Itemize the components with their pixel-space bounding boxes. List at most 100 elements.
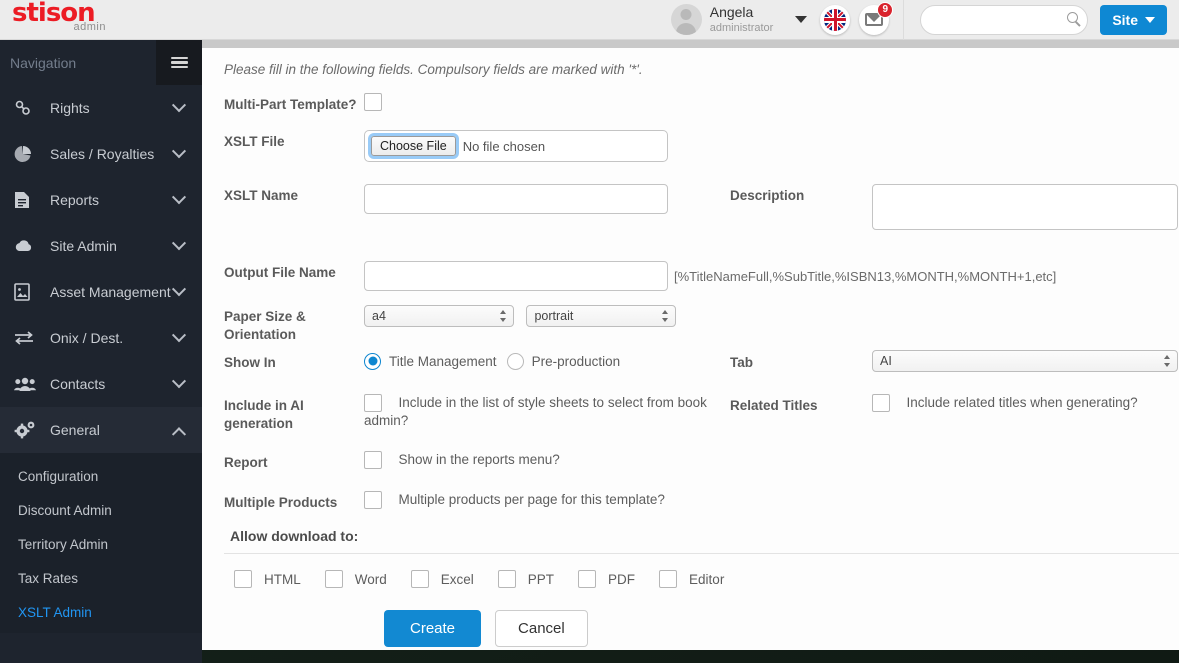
sidebar-item-general[interactable]: General	[0, 407, 202, 453]
show-in-option-1-label: Title Management	[389, 353, 497, 369]
download-label-ppt: PPT	[527, 571, 555, 587]
row-xslt-file: XSLT File Choose File No file chosen	[224, 130, 1179, 162]
output-file-hint: [%TitleNameFull,%SubTitle,%ISBN13,%MONTH…	[674, 268, 1057, 284]
language-selector-button[interactable]	[820, 4, 851, 35]
create-button[interactable]: Create	[384, 610, 482, 647]
sidebar-item-contacts[interactable]: Contacts	[0, 361, 202, 407]
chevron-down-icon	[171, 374, 187, 389]
download-label-html: HTML	[264, 571, 301, 587]
paper-orientation-value: portrait	[534, 309, 574, 323]
sidebar-item-label: Site Admin	[50, 238, 117, 254]
output-file-input[interactable]	[364, 261, 668, 291]
multiple-products-checkbox[interactable]	[364, 491, 382, 509]
download-checkbox-ppt[interactable]	[497, 570, 516, 588]
site-button-label: Site	[1112, 11, 1138, 28]
xslt-name-field	[364, 184, 730, 214]
download-option-editor[interactable]: Editor	[659, 570, 724, 588]
sidebar-item-onix-dest[interactable]: Onix / Dest.	[0, 315, 202, 361]
sidebar-item-label: Asset Management	[50, 284, 171, 300]
related-titles-field: Include related titles when generating?	[872, 394, 1179, 412]
sidebar-subitem-tax-rates[interactable]: Tax Rates	[0, 561, 202, 595]
download-option-excel[interactable]: Excel	[410, 570, 474, 588]
download-checkbox-pdf[interactable]	[578, 570, 597, 588]
search-icon[interactable]	[1067, 11, 1079, 23]
document-icon	[14, 190, 38, 210]
allow-download-title: Allow download to:	[230, 528, 359, 544]
app-root: stison admin Angela administrator 9 Site…	[0, 0, 1179, 663]
sidebar-subitem-xslt-admin[interactable]: XSLT Admin	[0, 595, 202, 629]
user-menu[interactable]: Angela administrator	[670, 4, 812, 35]
row-output-file-name: Output File Name [%TitleNameFull,%SubTit…	[224, 261, 1179, 291]
download-option-word[interactable]: Word	[324, 570, 387, 588]
multiple-products-text: Multiple products per page for this temp…	[398, 492, 665, 508]
chevron-down-icon[interactable]	[795, 16, 808, 23]
header-divider	[903, 0, 905, 40]
cancel-button[interactable]: Cancel	[495, 610, 588, 647]
multipart-field	[364, 93, 1179, 111]
download-checkbox-excel[interactable]	[410, 570, 429, 588]
sidebar-header: Navigation	[0, 40, 202, 85]
file-input[interactable]: Choose File No file chosen	[364, 130, 668, 162]
multipart-checkbox[interactable]	[364, 93, 382, 111]
download-checkbox-word[interactable]	[324, 570, 343, 588]
multiple-products-field: Multiple products per page for this temp…	[364, 491, 1179, 509]
sidebar-subitem-territory-admin[interactable]: Territory Admin	[0, 527, 202, 561]
download-label-word: Word	[354, 571, 387, 587]
xslt-name-input[interactable]	[364, 184, 668, 214]
choose-file-button[interactable]: Choose File	[371, 136, 456, 156]
include-ai-text: Include in the list of style sheets to s…	[364, 395, 707, 429]
paper-size-select[interactable]: a4	[364, 305, 514, 327]
sidebar-item-label: Sales / Royalties	[50, 146, 155, 162]
file-status-text: No file chosen	[462, 138, 546, 154]
gears-icon	[14, 420, 38, 440]
sidebar-subitem-discount-admin[interactable]: Discount Admin	[0, 493, 202, 527]
include-ai-label: Include in AI generation	[224, 398, 304, 431]
row-multipart-template: Multi-Part Template?	[224, 93, 1179, 114]
sidebar-subitem-configuration[interactable]: Configuration	[0, 459, 202, 493]
search-box[interactable]	[920, 4, 1089, 35]
form-container: Please fill in the following fields. Com…	[202, 48, 1179, 647]
tab-select[interactable]: AI	[872, 350, 1178, 372]
sidebar-item-asset-management[interactable]: Asset Management	[0, 269, 202, 315]
include-ai-checkbox[interactable]	[364, 394, 382, 412]
description-textarea[interactable]	[872, 184, 1178, 230]
show-in-radio-pre-production[interactable]	[506, 352, 524, 370]
search-input[interactable]	[920, 4, 1089, 35]
brand-logo[interactable]: stison admin	[0, 0, 160, 40]
avatar	[670, 4, 702, 35]
sidebar-item-label: Contacts	[50, 376, 106, 392]
download-option-pdf[interactable]: PDF	[578, 570, 635, 588]
sidebar-item-site-admin[interactable]: Site Admin	[0, 223, 202, 269]
top-header-bar: stison admin Angela administrator 9 Site	[0, 0, 1179, 40]
messages-button[interactable]: 9	[859, 1, 894, 35]
site-dropdown-button[interactable]: Site	[1100, 4, 1167, 35]
chevron-down-icon	[171, 328, 187, 343]
output-file-label: Output File Name	[224, 265, 336, 280]
sidebar-item-reports[interactable]: Reports	[0, 177, 202, 223]
form-actions: Create Cancel	[224, 588, 1179, 647]
sidebar: Navigation Rights Sales / Royalties Repo…	[0, 40, 202, 663]
chevron-up-icon	[171, 427, 187, 442]
row-multiple-products: Multiple Products Multiple products per …	[224, 491, 1179, 512]
multiple-products-label: Multiple Products	[224, 495, 338, 510]
related-titles-checkbox[interactable]	[872, 394, 890, 412]
download-option-html[interactable]: HTML	[234, 570, 301, 588]
download-option-ppt[interactable]: PPT	[497, 570, 555, 588]
show-in-radio-title-management[interactable]	[364, 352, 381, 370]
sidebar-subitem-label: Configuration	[18, 468, 99, 484]
sidebar-item-sales-royalties[interactable]: Sales / Royalties	[0, 131, 202, 177]
paper-size-label: Paper Size & Orientation	[224, 309, 306, 342]
chain-link-icon	[14, 98, 38, 118]
user-role: administrator	[709, 21, 774, 34]
download-checkbox-editor[interactable]	[659, 570, 678, 588]
paper-orientation-select[interactable]: portrait	[526, 305, 677, 327]
hamburger-icon[interactable]	[156, 40, 202, 85]
sidebar-item-rights[interactable]: Rights	[0, 85, 202, 131]
paper-size-value: a4	[372, 309, 386, 323]
report-checkbox[interactable]	[364, 451, 382, 469]
tab-value: AI	[880, 354, 892, 368]
sidebar-item-label: General	[50, 422, 100, 438]
stepper-arrows-icon	[1164, 354, 1171, 368]
download-checkbox-html[interactable]	[234, 570, 252, 588]
include-ai-field: Include in the list of style sheets to s…	[364, 394, 730, 430]
